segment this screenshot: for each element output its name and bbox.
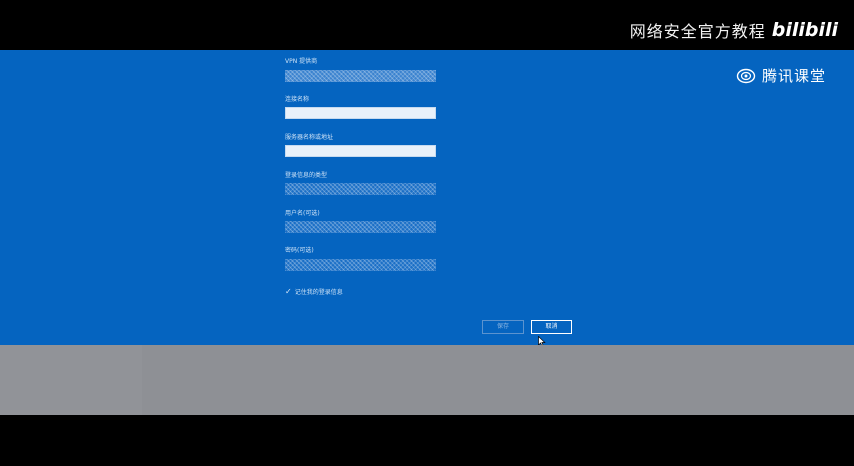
checkmark-icon[interactable]: ✓ [285,287,292,296]
desktop-edge-panel [0,345,142,415]
password-input[interactable] [285,259,436,271]
tencent-classroom-logo-icon [736,68,756,83]
signin-type-select[interactable] [285,183,436,195]
remember-signin-checkbox[interactable]: ✓ 记住我的登录信息 [285,287,343,296]
bilibili-logo: bilibili [771,19,838,41]
vpn-provider-label: VPN 提供商 [285,58,318,65]
connection-name-input[interactable] [285,107,436,119]
username-input[interactable] [285,221,436,233]
save-button[interactable]: 保存 [482,320,524,334]
cancel-button[interactable]: 取消 [531,320,572,334]
tencent-classroom-brand: 腾讯课堂 [736,65,826,86]
vpn-settings-dialog [0,50,854,345]
video-bottom-bar [0,415,854,466]
server-address-input[interactable] [285,145,436,157]
watermark-text: 网络安全官方教程 [629,22,766,41]
server-address-label: 服务器名称或地址 [285,134,334,141]
bilibili-watermark: 网络安全官方教程 bilibili [630,18,838,42]
vpn-provider-select[interactable] [285,70,436,82]
connection-name-label: 连接名称 [285,96,310,103]
brand-name: 腾讯课堂 [762,67,827,85]
remember-signin-label: 记住我的登录信息 [294,289,343,296]
password-label: 密码(可选) [285,247,314,254]
desktop-background-area [0,345,854,415]
username-label: 用户名(可选) [285,210,320,217]
signin-type-label: 登录信息的类型 [285,172,328,179]
